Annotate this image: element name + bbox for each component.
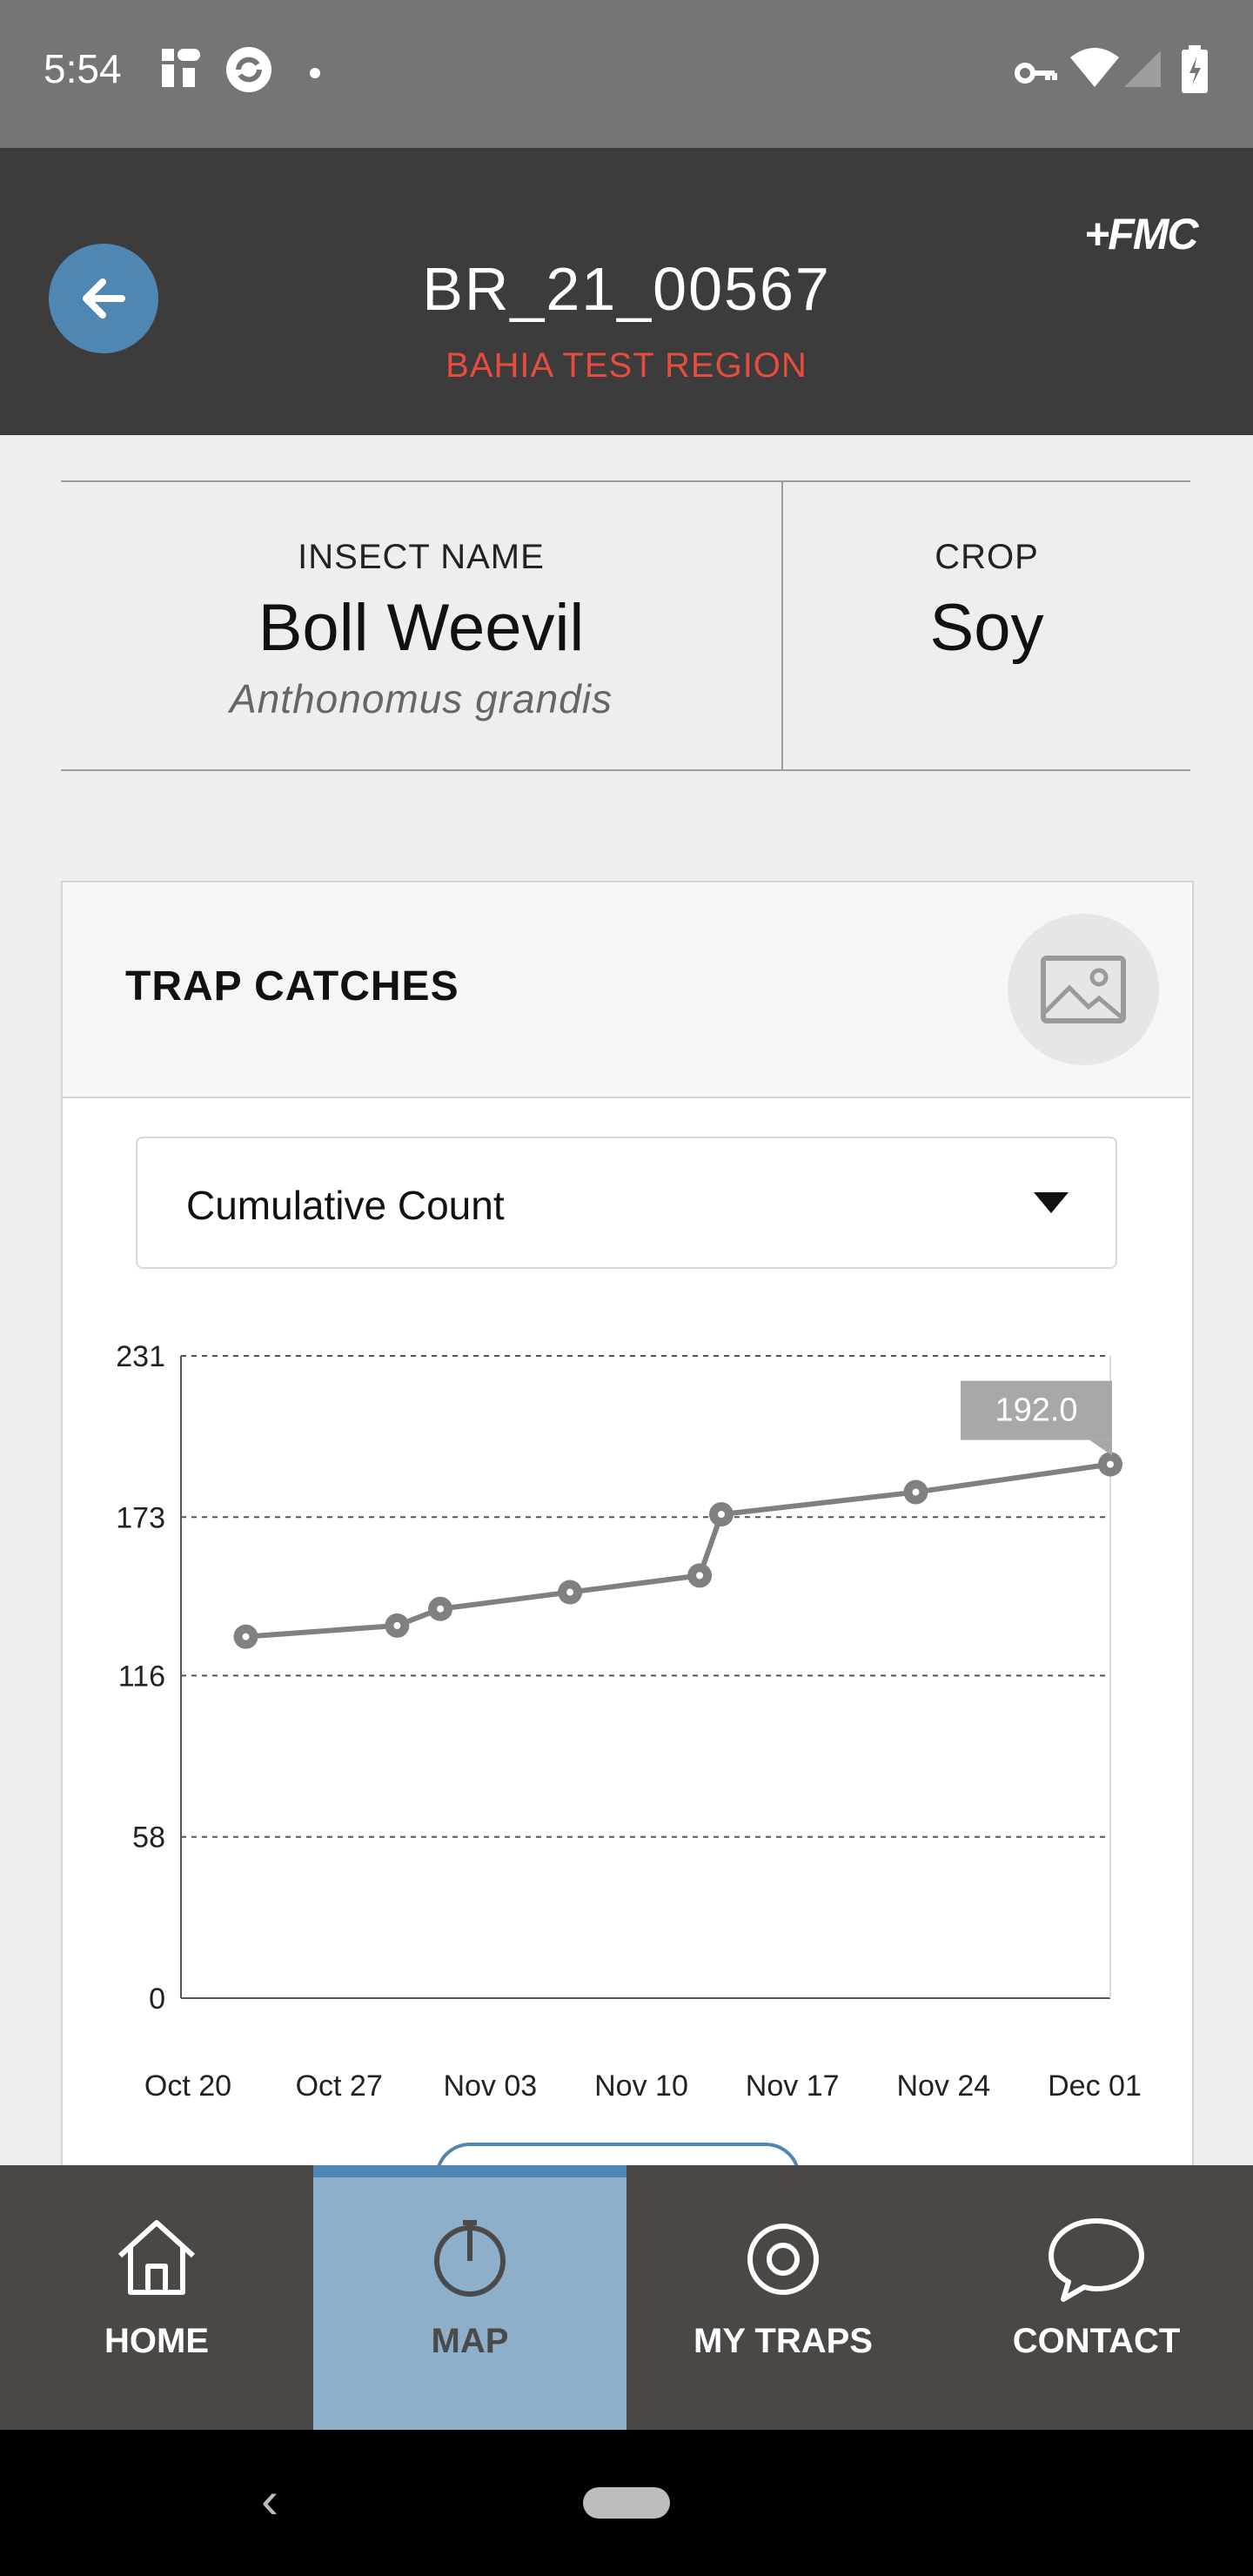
- data-point-center: [717, 1511, 725, 1519]
- series-line: [245, 1461, 1111, 1640]
- target-icon: [747, 2224, 819, 2295]
- y-tick-label: 231: [116, 1340, 165, 1373]
- nav-map-label: MAP: [431, 2322, 509, 2360]
- trap-catches-title: TRAP CATCHES: [125, 963, 459, 1010]
- app-notification-icon: [158, 45, 204, 91]
- map-icon: [434, 2220, 506, 2297]
- home-icon: [117, 2220, 196, 2295]
- insect-name-value: Boll Weevil: [258, 591, 585, 665]
- wifi-icon: [1069, 45, 1119, 91]
- vpn-key-icon: [1013, 45, 1058, 91]
- bottom-navigation: HOME MAP MY TRAPS CONTACT: [0, 2165, 1253, 2430]
- nav-contact[interactable]: CONTACT: [940, 2165, 1253, 2430]
- battery-charging-icon: [1180, 45, 1225, 93]
- nav-my-traps[interactable]: MY TRAPS: [626, 2165, 940, 2430]
- logo-plus-icon: +: [1084, 210, 1109, 258]
- data-point-center: [1107, 1460, 1114, 1468]
- x-tick-label: Nov 03: [443, 2070, 537, 2103]
- logo-text: FMC: [1108, 210, 1198, 258]
- y-tick-label: 173: [116, 1501, 165, 1534]
- caret-down-icon: [1034, 1192, 1069, 1213]
- fmc-logo: +FMC: [1084, 209, 1199, 259]
- y-tick-label: 116: [118, 1660, 165, 1693]
- insect-name-label: INSECT NAME: [298, 538, 545, 576]
- image-icon: [1041, 956, 1126, 1023]
- chat-bubble-icon: [1049, 2218, 1144, 2302]
- data-point-center: [242, 1633, 250, 1640]
- info-bottom-divider: [61, 769, 1190, 771]
- data-point-center: [437, 1605, 445, 1613]
- region-subtitle: BAHIA TEST REGION: [446, 346, 807, 385]
- insect-scientific-name: Anthonomus grandis: [230, 676, 613, 721]
- crop-value: Soy: [929, 591, 1044, 665]
- data-point-center: [566, 1588, 574, 1596]
- status-time: 5:54: [44, 46, 122, 91]
- system-back-icon[interactable]: ‹: [261, 2470, 278, 2530]
- y-tick-label: 58: [132, 1821, 165, 1855]
- nav-my-traps-label: MY TRAPS: [694, 2322, 873, 2360]
- sync-notification-icon: [224, 45, 271, 92]
- x-tick-label: Oct 27: [296, 2070, 383, 2103]
- y-tick-label: 0: [149, 1982, 165, 2016]
- nav-contact-label: CONTACT: [1012, 2322, 1181, 2360]
- nav-home[interactable]: HOME: [0, 2165, 313, 2430]
- dropdown-selected-value: Cumulative Count: [186, 1183, 505, 1228]
- nav-map[interactable]: MAP: [313, 2165, 626, 2430]
- data-point-center: [912, 1488, 920, 1496]
- crop-label: CROP: [935, 538, 1039, 576]
- x-tick-label: Nov 24: [896, 2070, 990, 2103]
- nav-home-label: HOME: [104, 2322, 209, 2360]
- data-point-center: [696, 1572, 704, 1580]
- signal-icon: [1122, 45, 1168, 91]
- x-tick-label: Nov 10: [594, 2070, 688, 2103]
- trap-catches-chart: 231 173 116 58 0 Oct 20 Oct 27 Nov 03 Nov 10 Nov …: [116, 1340, 1142, 2103]
- x-tick-label: Dec 01: [1048, 2070, 1142, 2103]
- dot-notification-icon: [306, 45, 352, 91]
- x-tick-label: Oct 20: [144, 2070, 231, 2103]
- tooltip-label: 192.0: [995, 1392, 1077, 1429]
- count-type-dropdown[interactable]: Cumulative Count: [136, 1137, 1117, 1269]
- trap-image-button[interactable]: [1008, 914, 1159, 1065]
- info-top-divider: [61, 480, 1190, 482]
- trap-id-title: BR_21_00567: [422, 255, 831, 323]
- data-point-center: [393, 1621, 401, 1629]
- x-tick-label: Nov 17: [746, 2070, 840, 2103]
- system-home-pill[interactable]: [583, 2487, 670, 2519]
